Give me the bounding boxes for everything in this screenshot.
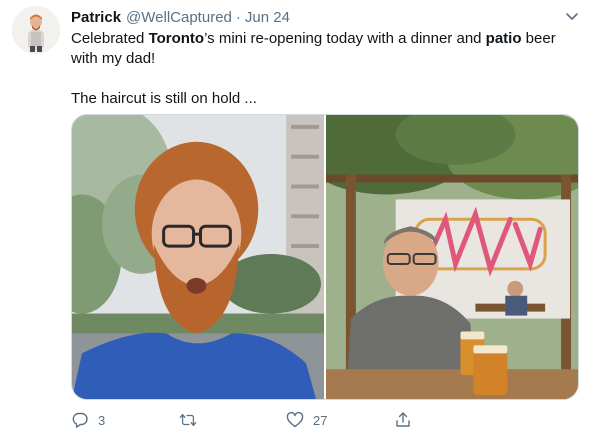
retweet-icon bbox=[179, 411, 197, 429]
separator-dot: · bbox=[235, 9, 241, 26]
text-segment: Celebrated bbox=[71, 30, 149, 47]
tweet-text-line-2: The haircut is still on hold ... bbox=[71, 90, 257, 107]
text-segment: ’s mini re-opening today with a dinner a… bbox=[204, 30, 486, 47]
tweet[interactable]: Patrick @WellCaptured · Jun 24 Celebrate… bbox=[0, 0, 592, 436]
like-count: 27 bbox=[313, 412, 328, 428]
tweet-actions: 3 27 bbox=[71, 408, 501, 432]
heart-icon bbox=[286, 411, 304, 429]
chevron-down-icon bbox=[565, 9, 579, 28]
retweet-button[interactable] bbox=[179, 408, 287, 432]
more-options-button[interactable] bbox=[562, 8, 582, 28]
author-display-name[interactable]: Patrick bbox=[71, 8, 121, 28]
tweet-text-line-1: Celebrated Toronto’s mini re-opening tod… bbox=[71, 29, 571, 69]
avatar[interactable] bbox=[12, 6, 60, 54]
reply-count: 3 bbox=[98, 412, 106, 428]
tweet-date[interactable]: Jun 24 bbox=[245, 8, 290, 28]
tweet-text: Celebrated Toronto’s mini re-opening tod… bbox=[71, 29, 571, 109]
media-grid bbox=[71, 114, 579, 400]
reply-icon bbox=[71, 411, 89, 429]
reply-button[interactable]: 3 bbox=[71, 408, 179, 432]
share-icon bbox=[394, 411, 412, 429]
share-button[interactable] bbox=[394, 408, 502, 432]
like-button[interactable]: 27 bbox=[286, 408, 394, 432]
bold-keyword-patio: patio bbox=[485, 30, 522, 47]
author-handle[interactable]: @WellCaptured bbox=[126, 8, 232, 28]
photo-patio[interactable] bbox=[326, 115, 578, 399]
photo-selfie[interactable] bbox=[72, 115, 324, 399]
tweet-header: Patrick @WellCaptured · Jun 24 bbox=[71, 8, 290, 28]
bold-keyword-toronto: Toronto bbox=[148, 30, 205, 47]
